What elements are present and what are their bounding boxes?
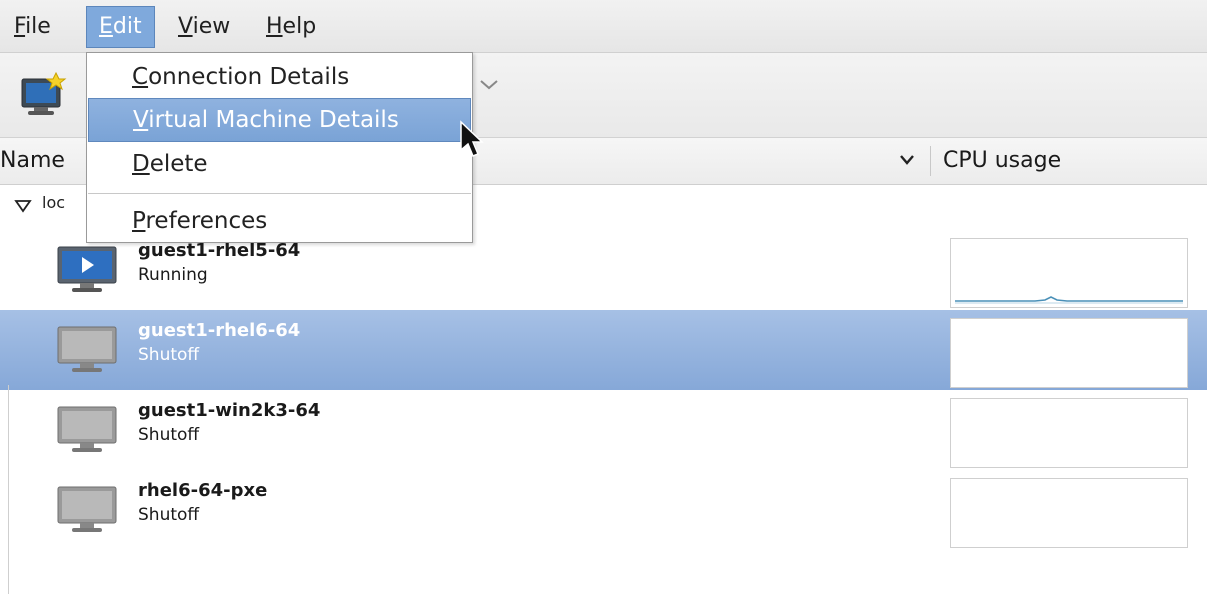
divider [8, 385, 9, 594]
vm-row[interactable]: rhel6-64-pxe Shutoff [0, 470, 1207, 550]
menu-item-connection-details[interactable]: Connection Details [88, 55, 471, 99]
vm-row[interactable]: guest1-rhel6-64 Shutoff [0, 310, 1207, 390]
menu-view[interactable]: View [178, 6, 230, 48]
vm-name: guest1-rhel5-64 [138, 240, 301, 261]
cpu-usage-graph [950, 318, 1188, 388]
menu-item-preferences[interactable]: Preferences [88, 199, 471, 243]
mouse-cursor-icon [460, 120, 484, 157]
vm-list: loc guest1-rhel5-64 Running guest1-rhel6… [0, 185, 1207, 594]
menubar: File Edit View Help [0, 0, 1207, 53]
new-vm-button[interactable] [14, 65, 78, 125]
new-vm-icon [21, 71, 67, 115]
vm-status: Shutoff [138, 425, 200, 445]
chevron-down-icon[interactable] [898, 152, 916, 168]
menu-help[interactable]: Help [266, 6, 316, 48]
menu-edit[interactable]: Edit [86, 6, 155, 48]
menu-item-delete[interactable]: Delete [88, 142, 471, 186]
column-cpu-header[interactable]: CPU usage [943, 138, 1061, 184]
vm-status: Running [138, 265, 208, 285]
vm-name: guest1-rhel6-64 [138, 320, 301, 341]
vm-status: Shutoff [138, 345, 200, 365]
cpu-usage-graph [950, 398, 1188, 468]
cpu-usage-graph [950, 478, 1188, 548]
expander-triangle-icon[interactable] [14, 199, 32, 213]
vm-row[interactable]: guest1-win2k3-64 Shutoff [0, 390, 1207, 470]
cpu-sparkline [955, 296, 1183, 304]
vm-shutoff-icon [57, 406, 117, 452]
vm-shutoff-icon [57, 326, 117, 372]
menu-file[interactable]: File [14, 6, 51, 48]
connection-label[interactable]: loc [42, 193, 65, 212]
vm-shutoff-icon [57, 486, 117, 532]
column-divider [930, 146, 931, 176]
vm-running-icon [57, 246, 117, 292]
cpu-usage-graph [950, 238, 1188, 308]
menu-item-vm-details[interactable]: Virtual Machine Details [88, 98, 471, 142]
chevron-down-icon[interactable] [478, 78, 500, 92]
column-name-header[interactable]: Name [0, 138, 65, 184]
menu-separator [88, 193, 471, 194]
vm-status: Shutoff [138, 505, 200, 525]
edit-menu-dropdown: Connection Details Virtual Machine Detai… [86, 52, 473, 243]
vm-name: guest1-win2k3-64 [138, 400, 321, 421]
vm-name: rhel6-64-pxe [138, 480, 268, 501]
